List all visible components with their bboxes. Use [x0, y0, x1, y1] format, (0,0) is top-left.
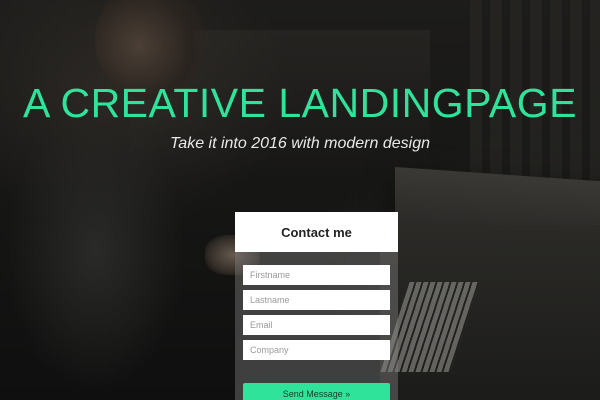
contact-form: Contact me Send Message » — [235, 212, 398, 400]
lastname-field[interactable] — [243, 290, 390, 310]
contact-form-header: Contact me — [235, 212, 398, 252]
company-field[interactable] — [243, 340, 390, 360]
firstname-field[interactable] — [243, 265, 390, 285]
email-field[interactable] — [243, 315, 390, 335]
hero-subtitle: Take it into 2016 with modern design — [169, 135, 430, 152]
send-message-button[interactable]: Send Message » — [243, 383, 390, 400]
landing-page: A CREATIVE LANDINGPAGE Take it into 2016… — [0, 0, 600, 400]
background-piano-body — [380, 225, 600, 400]
background-piano-top — [395, 166, 600, 244]
contact-form-title: Contact me — [281, 224, 352, 240]
hero-title: A CREATIVE LANDINGPAGE — [22, 80, 577, 126]
